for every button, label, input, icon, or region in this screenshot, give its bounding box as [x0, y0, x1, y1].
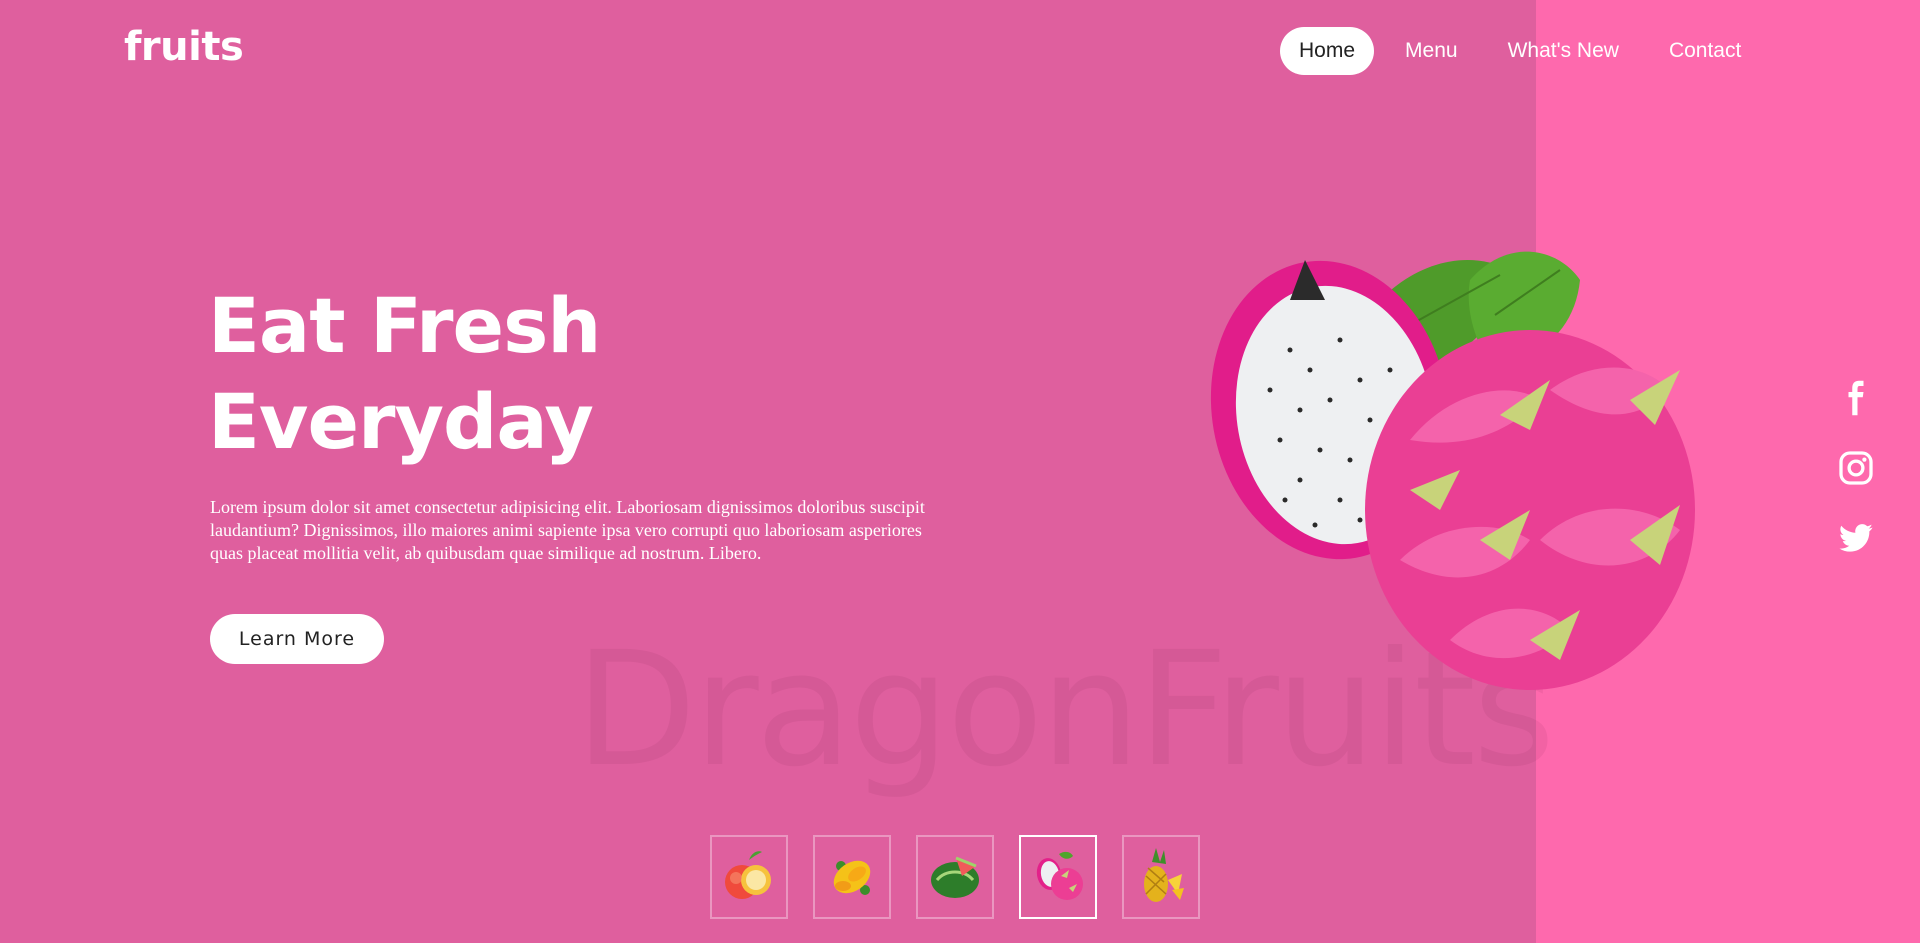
- nav-contact[interactable]: Contact: [1650, 27, 1760, 75]
- social-links: [1838, 380, 1874, 556]
- thumb-dragonfruit[interactable]: [1019, 835, 1097, 919]
- dragonfruit-image: [1210, 251, 1695, 690]
- nav-whats-new[interactable]: What's New: [1489, 27, 1638, 75]
- main-nav: Home Menu What's New Contact: [1280, 27, 1760, 75]
- logo[interactable]: fruits: [124, 24, 244, 70]
- hero-title: Eat Fresh Everyday: [208, 278, 601, 470]
- nav-menu[interactable]: Menu: [1386, 27, 1477, 75]
- thumb-mango[interactable]: [813, 835, 891, 919]
- pineapple-icon: [1144, 848, 1184, 902]
- watermelon-icon: [931, 856, 979, 898]
- thumb-apple[interactable]: [710, 835, 788, 919]
- thumb-watermelon[interactable]: [916, 835, 994, 919]
- mango-icon: [833, 860, 871, 895]
- hero-description: Lorem ipsum dolor sit amet consectetur a…: [210, 497, 925, 563]
- dragonfruit-icon: [1036, 851, 1083, 900]
- instagram-icon[interactable]: [1838, 450, 1874, 486]
- apple-icon: [725, 851, 771, 899]
- fruit-thumbnails: [710, 835, 1200, 919]
- thumb-pineapple[interactable]: [1122, 835, 1200, 919]
- nav-home[interactable]: Home: [1280, 27, 1375, 75]
- hero-title-line-2: Everyday: [208, 377, 594, 466]
- hero-title-line-1: Eat Fresh: [208, 281, 601, 370]
- page: fruits Home Menu What's New Contact Drag…: [0, 0, 1920, 943]
- learn-more-button[interactable]: Learn More: [210, 614, 384, 664]
- twitter-icon[interactable]: [1838, 520, 1874, 556]
- facebook-icon[interactable]: [1838, 380, 1874, 416]
